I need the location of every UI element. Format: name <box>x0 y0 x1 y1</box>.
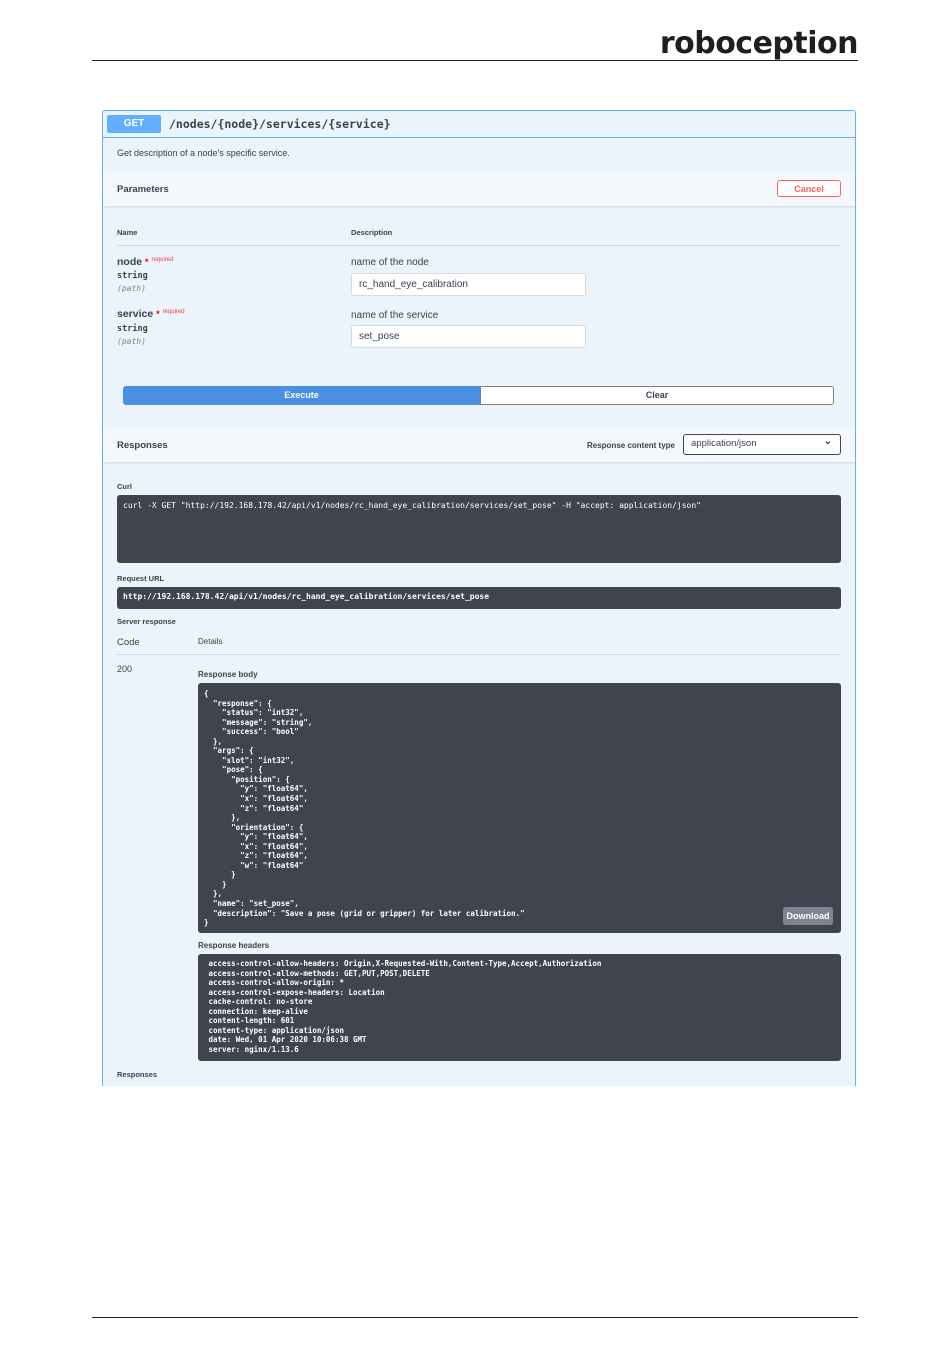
response-headers-box: access-control-allow-headers: Origin,X-R… <box>198 954 841 1061</box>
chevron-down-icon: ⌄ <box>823 436 832 447</box>
required-star: * <box>156 309 160 319</box>
response-code: 200 <box>117 664 133 674</box>
operation-block: GET /nodes/{node}/services/{service} Get… <box>102 110 856 1086</box>
response-content-type-label: Response content type <box>586 441 675 450</box>
footer-rule <box>92 1317 858 1318</box>
curl-command[interactable]: curl -X GET "http://192.168.178.42/api/v… <box>123 501 835 510</box>
required-star: * <box>145 257 149 267</box>
execute-button[interactable]: Execute <box>123 386 480 405</box>
request-url-box: http://192.168.178.42/api/v1/nodes/rc_ha… <box>117 587 841 609</box>
response-content-type-select[interactable]: application/json ⌄ <box>683 434 841 455</box>
param-node-label: node <box>117 256 143 268</box>
request-url-label: Request URL <box>117 574 165 583</box>
column-header-name: Name <box>117 228 138 237</box>
curl-box: curl -X GET "http://192.168.178.42/api/v… <box>117 495 841 563</box>
service-input[interactable]: set_pose <box>351 325 586 348</box>
cancel-button[interactable]: Cancel <box>777 180 841 197</box>
header-rule <box>92 60 858 61</box>
http-method-badge: GET <box>107 115 161 133</box>
curl-label: Curl <box>117 482 132 491</box>
response-headers-label: Response headers <box>198 941 270 950</box>
response-body-box: { "response": { "status": "int32", "mess… <box>198 683 841 933</box>
response-body[interactable]: { "response": { "status": "int32", "mess… <box>204 689 835 928</box>
required-label: required <box>162 309 185 315</box>
server-response-label: Server response <box>117 617 176 626</box>
clear-button[interactable]: Clear <box>480 386 834 405</box>
param-node-in: (path) <box>117 284 146 293</box>
operation-summary[interactable]: GET /nodes/{node}/services/{service} <box>103 111 855 138</box>
column-header-details: Details <box>198 637 223 646</box>
divider <box>117 654 841 655</box>
parameters-title: Parameters <box>117 184 169 195</box>
responses-header: Responses Response content type applicat… <box>103 428 855 462</box>
divider <box>117 245 841 246</box>
node-input[interactable]: rc_hand_eye_calibration <box>351 273 586 296</box>
operation-path: /nodes/{node}/services/{service} <box>169 117 391 131</box>
request-url[interactable]: http://192.168.178.42/api/v1/nodes/rc_ha… <box>123 592 835 601</box>
column-header-code: Code <box>117 637 140 648</box>
operation-description: Get description of a node's specific ser… <box>117 148 290 158</box>
responses-title: Responses <box>117 440 168 451</box>
download-button[interactable]: Download <box>783 907 833 925</box>
swagger-screenshot: GET /nodes/{node}/services/{service} Get… <box>98 103 860 1086</box>
param-service-label: service <box>117 308 154 320</box>
param-service-description: name of the service <box>351 310 439 321</box>
response-headers[interactable]: access-control-allow-headers: Origin,X-R… <box>204 959 835 1054</box>
param-service-type: string <box>117 324 148 334</box>
parameters-header: Parameters Cancel <box>103 172 855 206</box>
required-label: required <box>151 257 174 263</box>
response-body-label: Response body <box>198 670 258 679</box>
response-content-type-value: application/json <box>691 438 757 449</box>
param-service-in: (path) <box>117 337 146 346</box>
responses-footer-label: Responses <box>117 1070 158 1079</box>
param-service-name: service * required <box>117 308 185 320</box>
roboception-logo: roboception <box>659 26 859 61</box>
param-node-name: node * required <box>117 256 173 268</box>
column-header-description: Description <box>351 228 393 237</box>
param-node-description: name of the node <box>351 257 429 268</box>
param-node-type: string <box>117 271 148 281</box>
